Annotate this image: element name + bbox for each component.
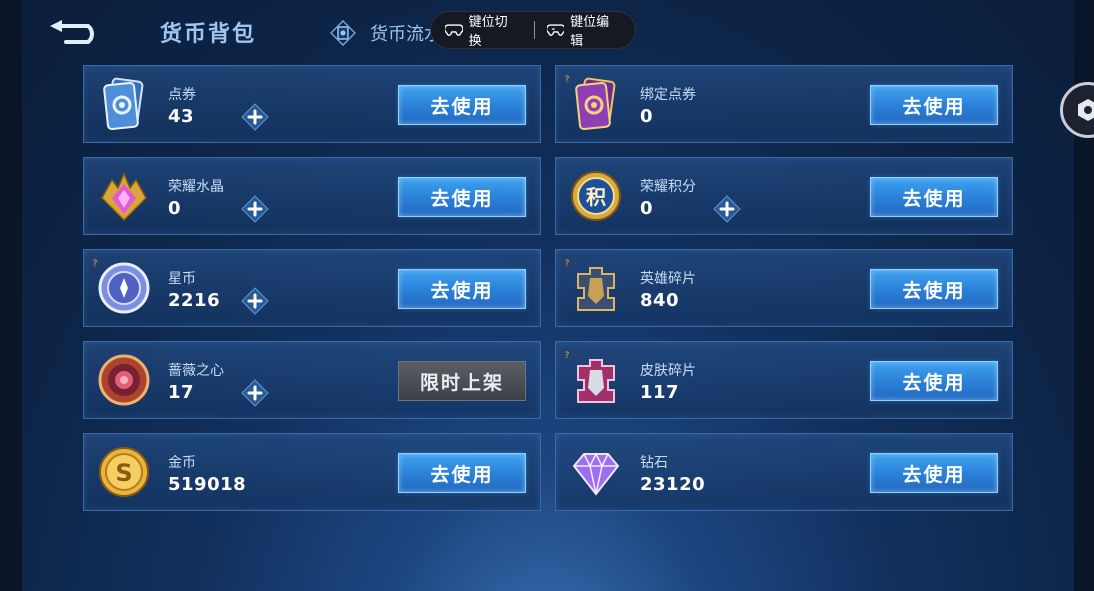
currency-amount: 23120 (640, 474, 706, 495)
currency-amount: 0 (640, 106, 654, 127)
add-voucher-card-button[interactable] (241, 103, 269, 131)
gold-coin-icon: S (96, 444, 152, 500)
currency-bag-screen: 货币背包 货币流水 键位切换 键位编辑 点券 43 去使用? 绑定点券 0 去使用荣 (0, 0, 1094, 591)
currency-name: 荣耀积分 (640, 179, 696, 195)
skin-shard-icon (568, 352, 624, 408)
currency-amount: 2216 (168, 290, 221, 311)
key-switch-label: 键位切换 (468, 15, 508, 49)
emulator-overlay-bar: 键位切换 键位编辑 (430, 11, 636, 49)
svg-text:积: 积 (586, 185, 606, 209)
use-button[interactable]: 去使用 (870, 269, 998, 309)
currency-amount: 519018 (168, 474, 247, 495)
back-arrow-icon[interactable] (48, 18, 104, 46)
use-button[interactable]: 去使用 (398, 177, 526, 217)
glory-points-icon: 积 (568, 168, 624, 224)
hero-shard-icon (568, 260, 624, 316)
add-star-coin-button[interactable] (241, 287, 269, 315)
currency-name: 荣耀水晶 (168, 179, 224, 195)
hexagon-icon (1078, 99, 1094, 121)
add-glory-points-button[interactable] (713, 195, 741, 223)
use-button[interactable]: 去使用 (870, 177, 998, 217)
page-title: 货币背包 (160, 22, 257, 47)
overlay-divider (533, 21, 535, 39)
limited-time-button[interactable]: 限时上架 (398, 361, 526, 401)
currency-amount: 0 (640, 198, 654, 219)
currency-name: 金币 (168, 455, 196, 471)
currency-amount: 43 (168, 106, 195, 127)
star-coin-icon (96, 260, 152, 316)
diamond-icon (568, 444, 624, 500)
use-button[interactable]: 去使用 (398, 85, 526, 125)
use-button[interactable]: 去使用 (870, 453, 998, 493)
currency-card-gold-coin: S 金币 519018 去使用 (83, 433, 541, 511)
glory-crystal-icon (96, 168, 152, 224)
currency-name: 蔷薇之心 (168, 363, 224, 379)
use-button[interactable]: 去使用 (398, 453, 526, 493)
currency-name: 点券 (168, 87, 196, 103)
left-letterbox (0, 0, 22, 591)
use-button[interactable]: 去使用 (870, 361, 998, 401)
floating-side-button[interactable] (1060, 82, 1094, 138)
bound-voucher-card-icon (568, 76, 624, 132)
key-edit-label: 键位编辑 (570, 15, 610, 49)
currency-name: 钻石 (640, 455, 668, 471)
currency-card-skin-shard: ? 皮肤碎片 117 去使用 (555, 341, 1013, 419)
currency-flow-icon[interactable] (330, 20, 356, 46)
add-rose-heart-button[interactable] (241, 379, 269, 407)
currency-amount: 17 (168, 382, 195, 403)
gamepad-edit-icon (546, 24, 565, 36)
currency-card-rose-heart: 蔷薇之心 17 限时上架 (83, 341, 541, 419)
currency-card-star-coin: ? 星币 2216 去使用 (83, 249, 541, 327)
gamepad-icon (445, 24, 463, 36)
currency-name: 星币 (168, 271, 196, 287)
currency-card-glory-points: 积 荣耀积分 0 去使用 (555, 157, 1013, 235)
rose-heart-icon (96, 352, 152, 408)
add-glory-crystal-button[interactable] (241, 195, 269, 223)
currency-card-glory-crystal: 荣耀水晶 0 去使用 (83, 157, 541, 235)
currency-amount: 840 (640, 290, 680, 311)
currency-name: 绑定点券 (640, 87, 696, 103)
currency-amount: 117 (640, 382, 680, 403)
currency-amount: 0 (168, 198, 182, 219)
currency-card-voucher-card: 点券 43 去使用 (83, 65, 541, 143)
key-switch-button[interactable]: 键位切换 (445, 11, 520, 49)
svg-text:S: S (115, 459, 132, 487)
currency-card-hero-shard: ? 英雄碎片 840 去使用 (555, 249, 1013, 327)
currency-name: 皮肤碎片 (640, 363, 696, 379)
use-button[interactable]: 去使用 (398, 269, 526, 309)
use-button[interactable]: 去使用 (870, 85, 998, 125)
key-edit-button[interactable]: 键位编辑 (546, 11, 622, 49)
currency-name: 英雄碎片 (640, 271, 696, 287)
currency-card-bound-voucher-card: ? 绑定点券 0 去使用 (555, 65, 1013, 143)
currency-card-diamond: 钻石 23120 去使用 (555, 433, 1013, 511)
voucher-card-icon (96, 76, 152, 132)
